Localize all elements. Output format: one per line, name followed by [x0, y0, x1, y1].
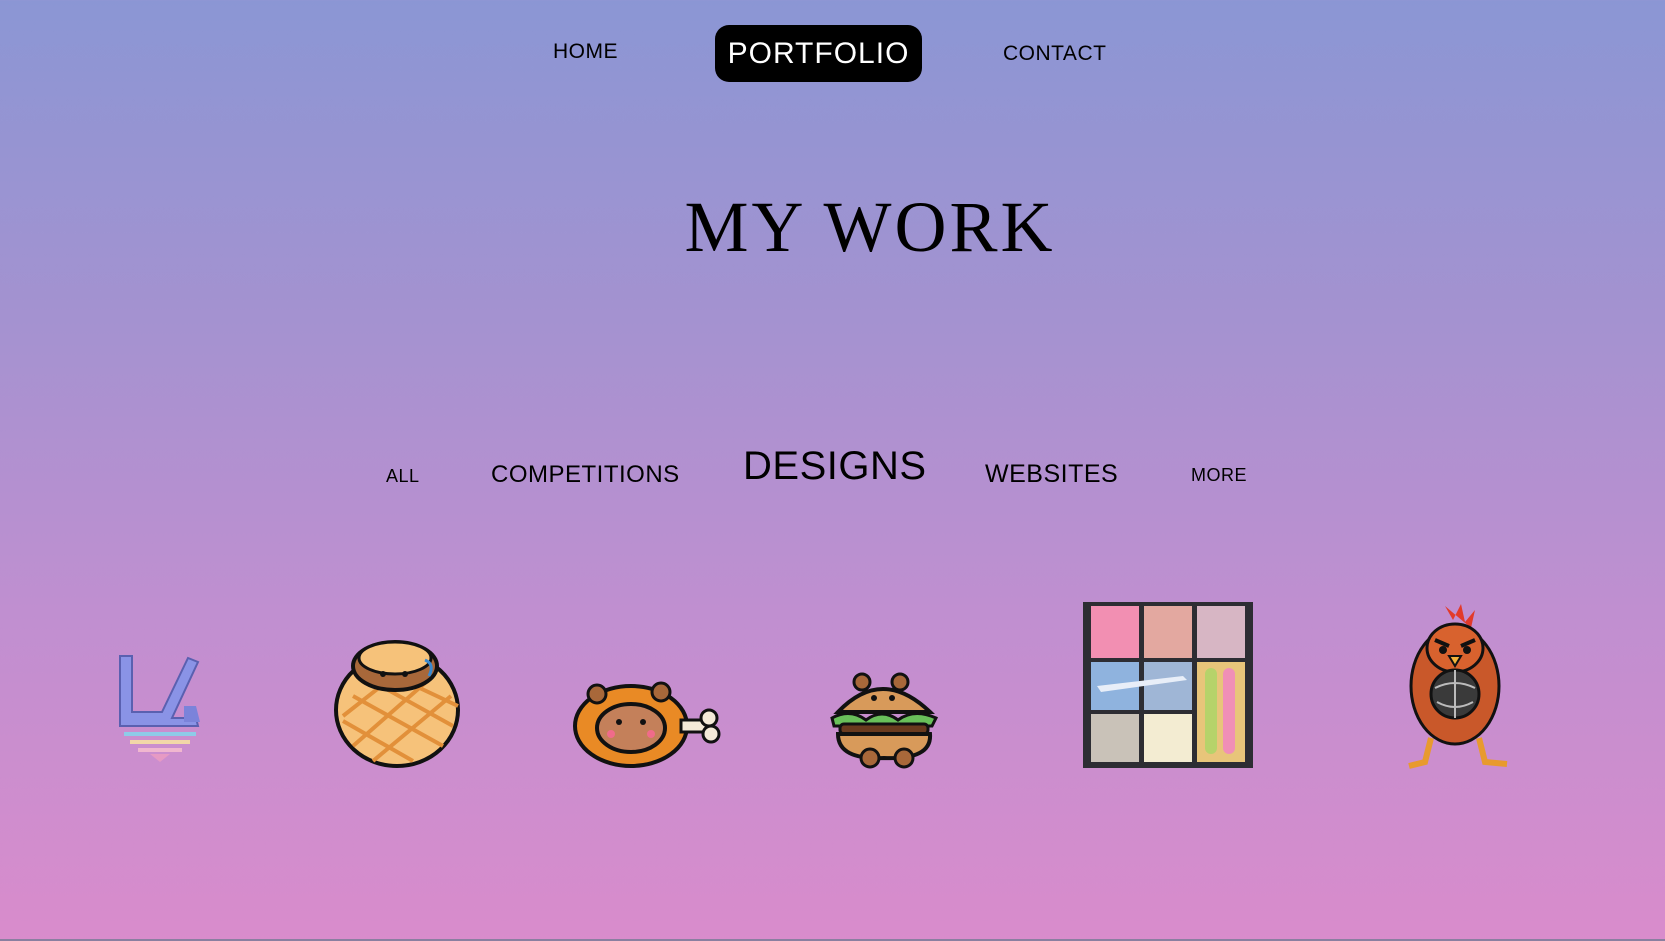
filter-websites[interactable]: WEBSITES — [985, 460, 1118, 489]
letter-logo-icon — [119, 655, 200, 762]
filter-more[interactable]: MORE — [1191, 465, 1247, 486]
nav-portfolio-link[interactable]: PORTFOLIO — [715, 25, 922, 82]
filter-all[interactable]: ALL — [386, 466, 420, 487]
angry-chicken-mascot-icon — [1408, 604, 1508, 769]
page-title: MY WORK — [684, 187, 1056, 267]
fried-drumstick-capybara-icon — [573, 681, 721, 768]
gallery-item-collage[interactable] — [1083, 602, 1253, 768]
burger-capybara-icon — [830, 672, 939, 769]
gallery-item-logo[interactable] — [112, 652, 206, 766]
nav-contact-link[interactable]: CONTACT — [1003, 42, 1106, 66]
gallery-item-burger[interactable] — [830, 670, 942, 770]
melon-bun-capybara-icon — [334, 640, 460, 768]
gallery-item-drumstick[interactable] — [573, 680, 725, 770]
travel-collage-grid-icon — [1083, 602, 1253, 768]
filter-competitions[interactable]: COMPETITIONS — [491, 461, 680, 489]
gallery-item-chicken[interactable] — [1395, 602, 1521, 770]
gallery-item-melon-bun[interactable] — [333, 636, 463, 770]
nav-home-link[interactable]: HOME — [553, 40, 618, 64]
filter-designs[interactable]: DESIGNS — [743, 444, 927, 489]
top-navigation: HOME PORTFOLIO CONTACT — [0, 0, 1665, 110]
